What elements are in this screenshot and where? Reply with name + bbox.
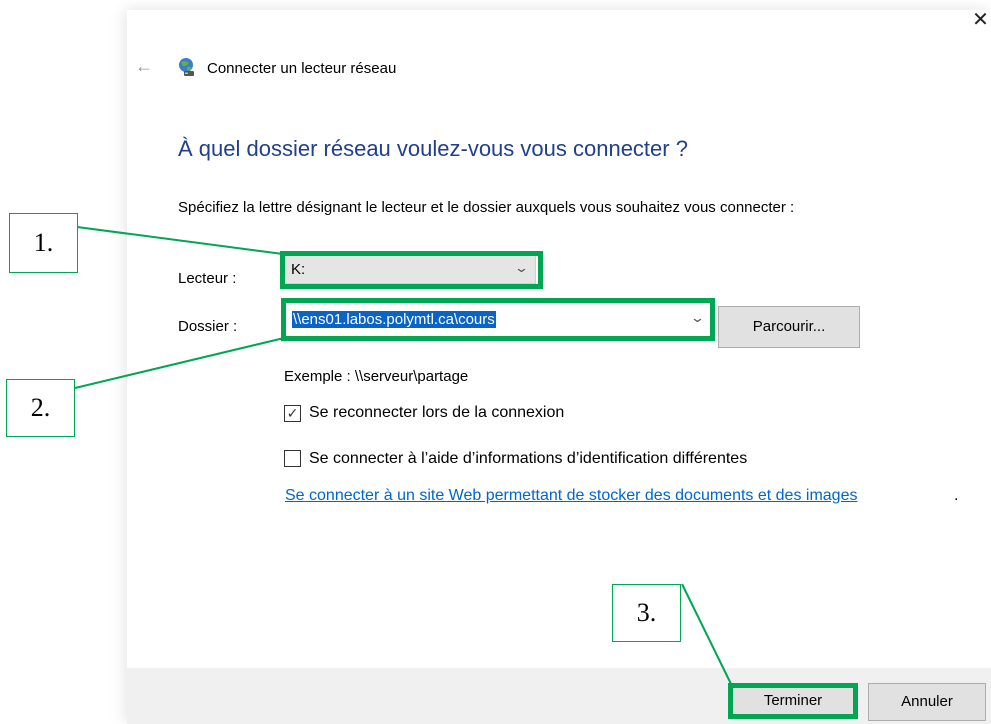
annotation-lines: [74, 226, 733, 687]
callout-2: 2.: [6, 379, 75, 437]
highlight-finish: [728, 683, 858, 719]
highlight-folder: [281, 298, 715, 341]
callout-3: 3.: [612, 584, 681, 642]
highlight-drive: [280, 251, 543, 289]
callout-1: 1.: [9, 213, 78, 273]
